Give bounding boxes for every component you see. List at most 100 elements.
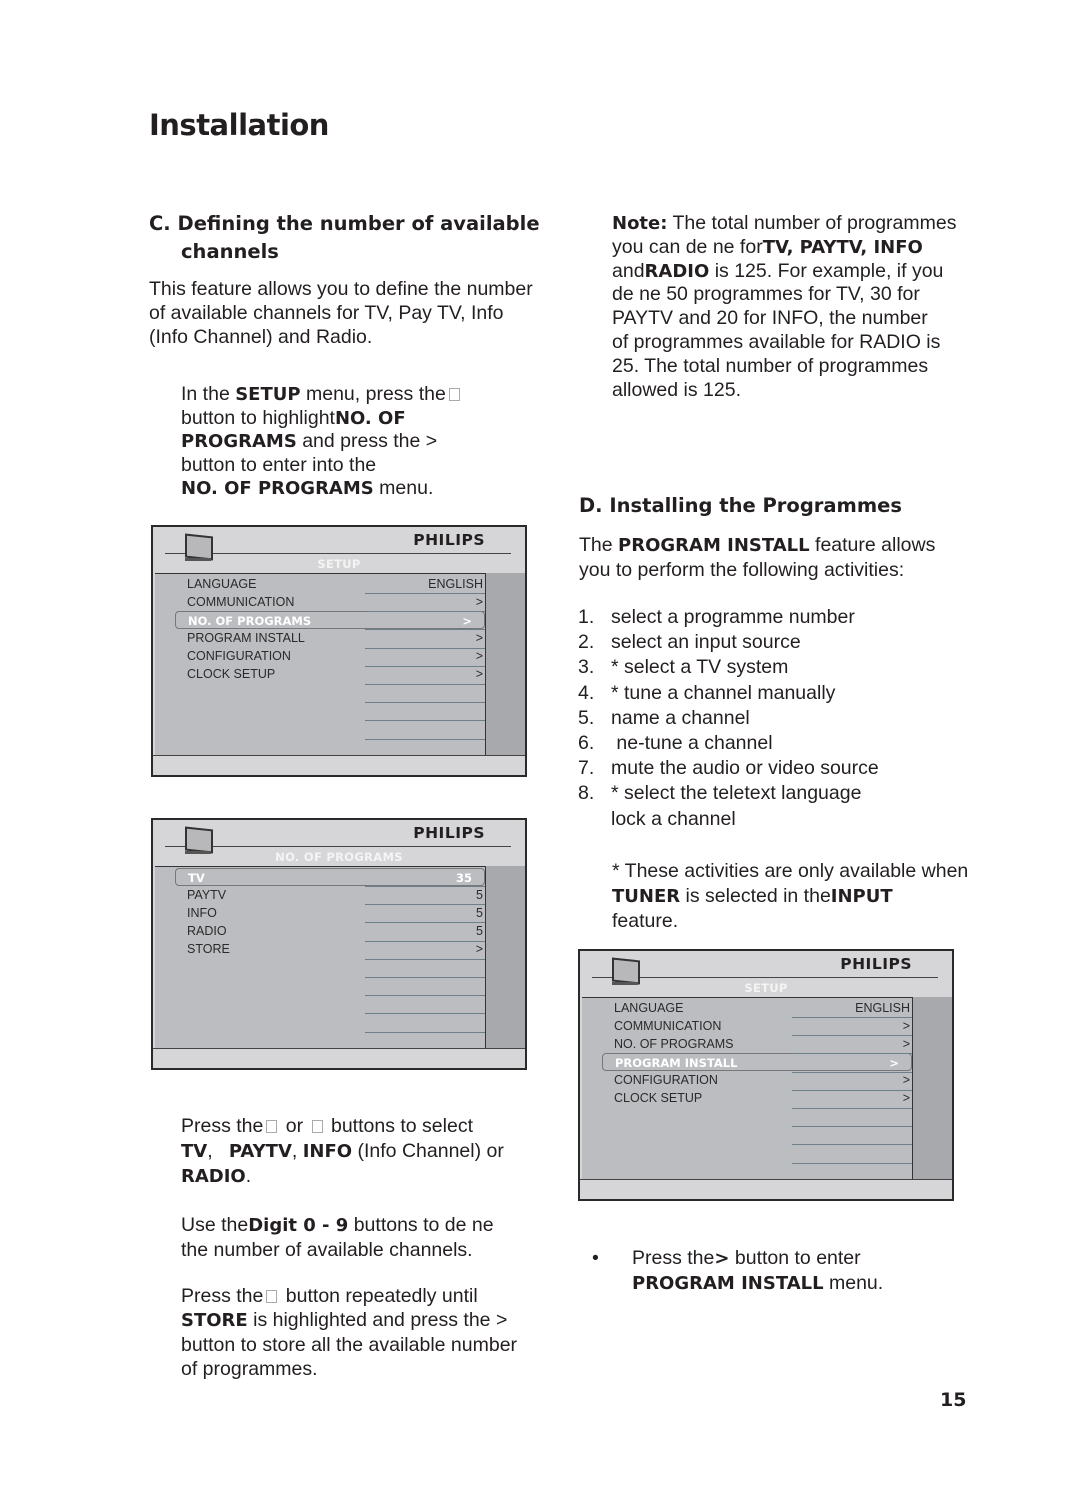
menu-item[interactable]: CLOCK SETUP >: [187, 665, 483, 683]
menu-title: SETUP: [744, 981, 788, 995]
menu-item[interactable]: PROGRAM INSTALL >: [187, 629, 483, 647]
row-separator: [365, 720, 485, 722]
text: The: [579, 534, 619, 556]
text: menu.: [823, 1272, 884, 1294]
activity-text: * select a TV system: [611, 656, 789, 679]
row-separator: [365, 593, 485, 594]
activity-text: lock a channel: [611, 807, 736, 830]
row-separator: [365, 684, 485, 685]
term: INPUT: [830, 886, 893, 907]
menu-item[interactable]: COMMUNICATION >: [187, 593, 483, 611]
activity-text: select an input source: [611, 631, 801, 654]
menu-item[interactable]: PAYTV 5: [187, 886, 483, 904]
activity-item: 3. * select a TV system: [578, 655, 788, 679]
text: PAYTV and 20 for INFO, the number: [612, 307, 928, 330]
page-number: 15: [940, 1389, 967, 1411]
text: menu.: [373, 477, 434, 499]
menu-side-panel: [913, 997, 952, 1182]
menu-item[interactable]: RADIO 5: [187, 922, 483, 940]
menu-item[interactable]: TV 35: [175, 868, 485, 886]
activity-number: 4.: [578, 681, 595, 704]
row-separator: [792, 1162, 912, 1164]
menu-item[interactable]: STORE >: [187, 940, 483, 958]
row-separator: [365, 647, 485, 649]
activity-item: 2. select an input source: [578, 630, 801, 654]
section-c-step1: In the SETUP menu, press the button to h…: [181, 383, 463, 501]
section-c-intro: This feature allows you to define the nu…: [149, 277, 533, 349]
menu-footer: [153, 755, 525, 775]
section-d-bullet: • Press the> button to enter PROGRAM INS…: [592, 1246, 884, 1296]
text: button to enter into the: [181, 453, 377, 476]
menu-item-value: ENGLISH: [855, 1001, 910, 1015]
menu-item-value: >: [902, 1091, 910, 1105]
menu-item-label: INFO: [187, 906, 217, 920]
menu-item-value: >: [475, 631, 483, 645]
menu-item-label: PROGRAM INSTALL: [615, 1056, 738, 1070]
row-separator: [792, 1089, 912, 1091]
menu-item-label: RADIO: [187, 924, 227, 938]
row-separator: [365, 738, 485, 740]
row-separator: [792, 1071, 912, 1073]
menu-item-label: LANGUAGE: [187, 577, 257, 591]
menu-item[interactable]: LANGUAGE ENGLISH: [187, 575, 483, 593]
text: button to enter: [729, 1247, 861, 1269]
activity-number: 6.: [578, 732, 595, 754]
menu-item[interactable]: LANGUAGE ENGLISH: [614, 999, 910, 1017]
row-separator: [365, 977, 485, 978]
activity-number: 2.: [578, 631, 595, 654]
down-arrow-button-icon: [311, 1120, 323, 1133]
text: * These activities are only available wh…: [612, 860, 969, 882]
text: allowed is 125.: [612, 378, 741, 401]
menu-item-value: >: [902, 1037, 910, 1051]
term: PROGRAMS: [181, 431, 297, 452]
text: ,: [291, 1140, 303, 1162]
setup-term: SETUP: [235, 384, 301, 405]
up-arrow-button-icon: [266, 1120, 278, 1133]
menu-item-label: NO. OF PROGRAMS: [614, 1037, 734, 1051]
section-c-heading-line1: C. Defining the number of available: [149, 212, 540, 235]
menu-item[interactable]: CONFIGURATION >: [187, 647, 483, 665]
section-d-intro: The PROGRAM INSTALL feature allows you t…: [579, 533, 935, 582]
menu-item-label: PROGRAM INSTALL: [187, 631, 305, 645]
menu-item[interactable]: CONFIGURATION >: [614, 1071, 910, 1089]
menu-item[interactable]: PROGRAM INSTALL >: [602, 1053, 912, 1071]
term: PAYTV: [228, 1141, 292, 1162]
intro-line: of available channels for TV, Pay TV, In…: [149, 302, 504, 324]
menu-item[interactable]: CLOCK SETUP >: [614, 1089, 910, 1107]
down-arrow-button-icon: [266, 1290, 278, 1303]
activity-number: 3.: [578, 656, 595, 679]
term: TV, PAYTV, INFO: [762, 236, 923, 258]
menu-item[interactable]: NO. OF PROGRAMS >: [614, 1035, 910, 1053]
activity-text: * select the teletext language: [611, 782, 862, 805]
activity-item: 6. ne-tune a channel: [578, 731, 773, 755]
text: Press the: [632, 1247, 715, 1269]
menu-item[interactable]: COMMUNICATION >: [614, 1017, 910, 1035]
header-divider: [592, 977, 938, 978]
text: of programmes available for RADIO is: [612, 330, 941, 353]
term: NO. OF: [334, 407, 406, 429]
term: PROGRAM INSTALL: [632, 1273, 824, 1294]
text: feature allows: [809, 534, 936, 556]
text: In the: [181, 383, 236, 405]
menu-item[interactable]: NO. OF PROGRAMS >: [175, 611, 485, 629]
text: the number of available channels.: [181, 1239, 473, 1261]
activity-item: 5. name a channel: [578, 706, 750, 730]
menu-item-label: NO. OF PROGRAMS: [188, 614, 312, 628]
row-separator: [365, 922, 485, 924]
text: .: [245, 1165, 252, 1187]
menu-item-value: >: [889, 1056, 899, 1070]
text: menu, press the: [300, 383, 446, 405]
menu-item-value: >: [902, 1073, 910, 1087]
text: de ne 50 programmes for TV, 30 for: [612, 283, 920, 306]
row-separator: [792, 1108, 912, 1109]
row-separator: [365, 702, 485, 704]
text: and: [612, 259, 645, 282]
menu-item-value: ENGLISH: [428, 577, 483, 591]
page-title: Installation: [149, 108, 329, 142]
text: (Info Channel) or: [352, 1140, 504, 1162]
tv-menu-no-of-programs: PHILIPS NO. OF PROGRAMS TV 35 PAYTV 5 INFO 5 RAD…: [151, 818, 527, 1070]
menu-item[interactable]: INFO 5: [187, 904, 483, 922]
activity-number: 1.: [578, 606, 595, 628]
header-divider: [165, 553, 511, 554]
text: button repeatedly until: [280, 1285, 478, 1307]
